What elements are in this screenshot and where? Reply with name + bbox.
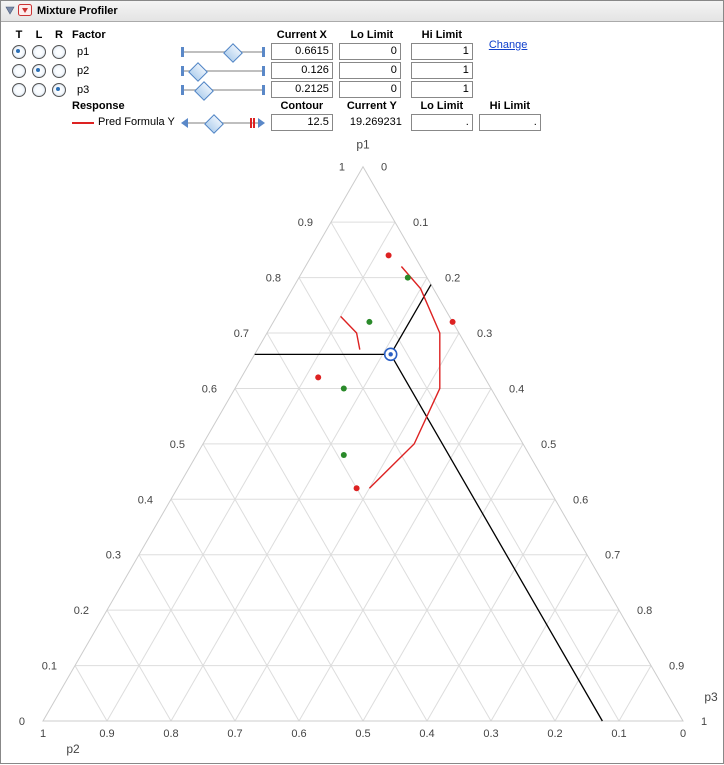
svg-text:0.4: 0.4	[509, 383, 524, 395]
col-contour: Contour	[268, 99, 336, 113]
svg-text:0.8: 0.8	[163, 728, 178, 740]
col-L: L	[29, 28, 49, 42]
svg-text:0.4: 0.4	[419, 728, 434, 740]
svg-text:0: 0	[680, 728, 686, 740]
svg-text:0.2: 0.2	[547, 728, 562, 740]
ternary-plot[interactable]: 0 0.1 0.2 0.3 0.4 0.5 0.6 0.7 0.8 0.9 1 0 0.1 0.2 0.3 0…	[1, 131, 723, 763]
slider-p2[interactable]	[181, 64, 265, 78]
svg-text:0.8: 0.8	[637, 605, 652, 617]
response-label: Pred Formula Y	[98, 117, 175, 129]
col-currentY: Current Y	[336, 99, 408, 113]
svg-text:0: 0	[19, 716, 25, 728]
current-x-p2[interactable]: 0.126	[271, 62, 333, 79]
svg-text:1: 1	[339, 162, 345, 174]
svg-text:0.3: 0.3	[483, 728, 498, 740]
slider-p1[interactable]	[181, 45, 265, 59]
svg-text:p1: p1	[356, 138, 370, 152]
factor-row: p2 0.126 0 1	[9, 61, 544, 80]
current-y: 19.269231	[339, 115, 405, 130]
svg-text:0.5: 0.5	[170, 439, 185, 451]
svg-text:0.5: 0.5	[355, 728, 370, 740]
svg-text:1: 1	[701, 716, 707, 728]
svg-text:0.1: 0.1	[413, 217, 428, 229]
col-hiLimit2: Hi Limit	[476, 99, 544, 113]
response-color-swatch	[72, 122, 94, 124]
disclosure-toggle-icon[interactable]	[5, 6, 15, 16]
col-currentX: Current X	[268, 28, 336, 42]
svg-text:0.3: 0.3	[106, 550, 121, 562]
svg-text:0.4: 0.4	[138, 494, 153, 506]
lo-limit-p2[interactable]: 0	[339, 62, 401, 79]
svg-text:0.2: 0.2	[74, 605, 89, 617]
col-R: R	[49, 28, 69, 42]
svg-text:0.5: 0.5	[541, 439, 556, 451]
svg-text:0.6: 0.6	[202, 383, 217, 395]
current-x-p1[interactable]: 0.6615	[271, 43, 333, 60]
radio-p2-T[interactable]	[12, 64, 26, 78]
hi-limit-resp[interactable]: .	[479, 114, 541, 131]
svg-text:0.2: 0.2	[445, 273, 460, 285]
svg-text:0.9: 0.9	[669, 661, 684, 673]
radio-p1-L[interactable]	[32, 45, 46, 59]
svg-text:p2: p2	[66, 742, 80, 756]
radio-p1-R[interactable]	[52, 45, 66, 59]
radio-p3-L[interactable]	[32, 83, 46, 97]
lo-limit-p3[interactable]: 0	[339, 81, 401, 98]
col-factor: Factor	[69, 28, 178, 42]
panel-title: Mixture Profiler	[37, 5, 118, 17]
svg-text:0.9: 0.9	[99, 728, 114, 740]
hi-limit-p3[interactable]: 1	[411, 81, 473, 98]
radio-p2-L[interactable]	[32, 64, 46, 78]
lo-limit-resp[interactable]: .	[411, 114, 473, 131]
factor-label: p1	[69, 42, 178, 61]
svg-text:p3: p3	[704, 690, 718, 704]
radio-p3-T[interactable]	[12, 83, 26, 97]
svg-text:0.1: 0.1	[42, 661, 57, 673]
col-loLimit: Lo Limit	[336, 28, 408, 42]
radio-p1-T[interactable]	[12, 45, 26, 59]
hi-limit-p1[interactable]: 1	[411, 43, 473, 60]
factor-label: p2	[69, 61, 178, 80]
titlebar: Mixture Profiler	[1, 1, 723, 22]
slider-p3[interactable]	[181, 83, 265, 97]
svg-text:0.6: 0.6	[291, 728, 306, 740]
current-x-p3[interactable]: 0.2125	[271, 81, 333, 98]
lo-limit-p1[interactable]: 0	[339, 43, 401, 60]
slider-response[interactable]	[181, 115, 265, 131]
factor-label: p3	[69, 80, 178, 99]
svg-text:0.6: 0.6	[573, 494, 588, 506]
radio-p2-R[interactable]	[52, 64, 66, 78]
hi-limit-p2[interactable]: 1	[411, 62, 473, 79]
contour-value[interactable]: 12.5	[271, 114, 333, 131]
factor-row: p3 0.2125 0 1	[9, 80, 544, 99]
radio-p3-R[interactable]	[52, 83, 66, 97]
col-T: T	[9, 28, 29, 42]
svg-text:0.3: 0.3	[477, 328, 492, 340]
col-response: Response	[69, 99, 178, 113]
change-link[interactable]: Change	[479, 39, 528, 51]
svg-text:0.7: 0.7	[227, 728, 242, 740]
svg-text:1: 1	[40, 728, 46, 740]
svg-text:0.1: 0.1	[611, 728, 626, 740]
svg-text:0.8: 0.8	[266, 273, 281, 285]
svg-text:0: 0	[381, 162, 387, 174]
col-hiLimit: Hi Limit	[408, 28, 476, 42]
svg-text:0.7: 0.7	[605, 550, 620, 562]
svg-text:0.9: 0.9	[298, 217, 313, 229]
col-loLimit2: Lo Limit	[408, 99, 476, 113]
dropdown-menu-icon[interactable]	[18, 4, 32, 19]
controls-panel: T L R Factor Current X Lo Limit Hi Limit…	[1, 22, 723, 136]
factor-row: p1 0.6615 0 1	[9, 42, 544, 61]
svg-text:0.7: 0.7	[234, 328, 249, 340]
